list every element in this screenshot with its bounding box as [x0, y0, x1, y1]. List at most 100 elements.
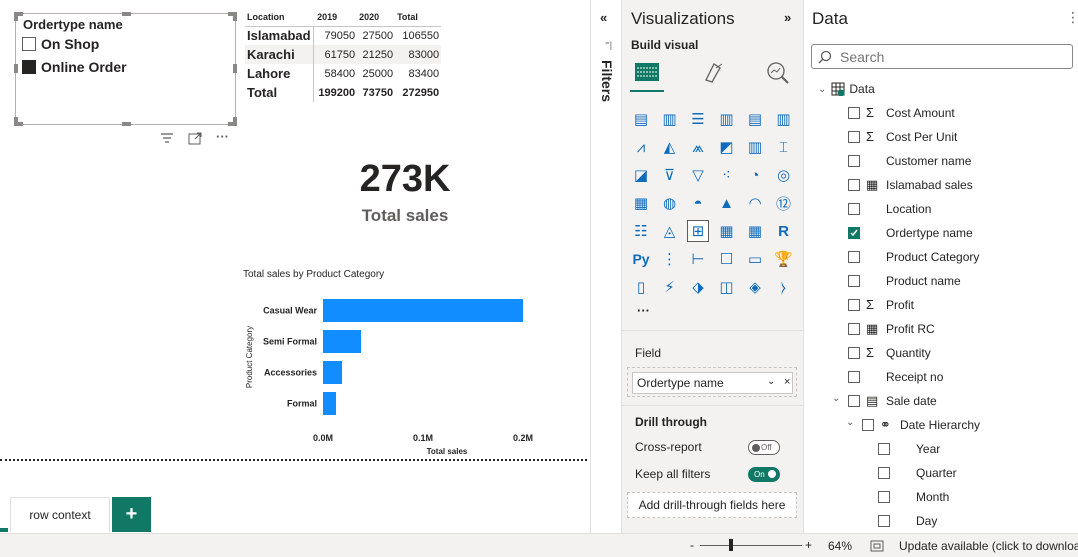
slicer-option-online-order[interactable]: Online Order — [22, 59, 127, 75]
field-item[interactable]: Date Hierarchy — [900, 416, 980, 434]
field-item[interactable]: Cost Per Unit — [886, 128, 957, 146]
field-item[interactable]: Product name — [886, 272, 961, 290]
zoom-level[interactable]: 64% — [828, 539, 852, 553]
field-checkbox[interactable] — [878, 467, 890, 479]
paginated-report-icon[interactable]: ▯ — [630, 276, 652, 298]
line-clustered-column-icon[interactable]: ◪ — [630, 164, 652, 186]
gauge-icon[interactable]: ◠ — [744, 192, 766, 214]
column-header[interactable]: 2020 — [357, 8, 396, 27]
more-visuals-button[interactable]: ··· — [637, 303, 650, 318]
filled-map-icon[interactable]: ◓ — [687, 192, 709, 214]
analytics-icon[interactable] — [765, 60, 791, 86]
chevron-icon[interactable]: ⧽ — [773, 276, 795, 298]
checkbox[interactable] — [22, 60, 36, 74]
resize-handle[interactable] — [14, 117, 18, 126]
zoom-in-button[interactable]: + — [805, 538, 812, 552]
field-checkbox[interactable] — [862, 419, 874, 431]
product-category-bar-chart[interactable]: Total sales by Product Category Casual W… — [240, 262, 560, 462]
power-automate-icon[interactable]: ⬗ — [687, 276, 709, 298]
chevron-down-icon[interactable]: ⌄ — [818, 84, 826, 95]
trophy-icon[interactable]: 🏆 — [773, 248, 795, 270]
filters-label[interactable]: Filters — [599, 60, 615, 102]
build-visual-icon[interactable] — [634, 60, 660, 86]
expand-icon[interactable]: » — [784, 10, 791, 25]
field-checkbox[interactable] — [848, 371, 860, 383]
ordertype-slicer[interactable]: Ordertype name On Shop Online Order — [14, 12, 237, 126]
field-checkbox[interactable] — [848, 299, 860, 311]
clustered-column-icon[interactable]: ▥ — [716, 108, 738, 130]
resize-handle[interactable] — [122, 12, 131, 16]
area-icon[interactable]: ◭ — [659, 136, 681, 158]
field-checkbox[interactable] — [848, 395, 860, 407]
kpi-icon[interactable]: ◬ — [659, 220, 681, 242]
field-item[interactable]: Year — [916, 440, 940, 458]
checkbox[interactable] — [22, 37, 36, 51]
100-stacked-column-icon[interactable]: ▥ — [773, 108, 795, 130]
donut-icon[interactable]: ◎ — [773, 164, 795, 186]
column-header[interactable]: Total — [395, 8, 442, 27]
collapse-icon[interactable]: « — [600, 10, 607, 25]
field-item[interactable]: Day — [916, 512, 937, 530]
smart-narrative-icon[interactable]: ▭ — [744, 248, 766, 270]
resize-handle[interactable] — [233, 64, 237, 73]
more-options-icon[interactable]: ⋮ — [1066, 9, 1078, 26]
map-icon[interactable]: ◍ — [659, 192, 681, 214]
field-checkbox[interactable] — [848, 155, 860, 167]
slicer-option-on-shop[interactable]: On Shop — [22, 36, 99, 52]
field-checkbox[interactable] — [878, 515, 890, 527]
zoom-slider-thumb[interactable] — [729, 539, 733, 551]
filters-pane-collapsed[interactable]: « ⁼| Filters — [590, 0, 620, 533]
chevron-down-icon[interactable]: ⌄ — [767, 376, 775, 387]
zoom-out-button[interactable]: - — [690, 538, 694, 552]
multi-row-card-icon[interactable]: ☷ — [630, 220, 652, 242]
add-page-button[interactable]: + — [112, 497, 151, 532]
treemap-icon[interactable]: ▦ — [630, 192, 652, 214]
clustered-bar-icon[interactable]: ☰ — [687, 108, 709, 130]
funnel-icon[interactable]: ⊽ — [659, 164, 681, 186]
cross-report-toggle[interactable]: Off — [748, 440, 780, 455]
resize-handle[interactable] — [233, 12, 237, 21]
field-item[interactable]: Islamabad sales — [886, 176, 973, 194]
keep-all-filters-toggle[interactable]: On — [748, 467, 780, 482]
card-icon[interactable]: ⑫ — [773, 192, 795, 214]
field-item[interactable]: Ordertype name — [886, 224, 973, 242]
field-checkbox[interactable] — [848, 347, 860, 359]
field-checkbox[interactable] — [848, 107, 860, 119]
decomposition-tree-icon[interactable]: ⊢ — [687, 248, 709, 270]
stacked-bar-icon[interactable]: ▤ — [630, 108, 652, 130]
bar[interactable] — [323, 330, 361, 353]
resize-handle[interactable] — [14, 64, 18, 73]
python-visual-icon[interactable]: Py — [630, 248, 652, 270]
more-options-icon[interactable]: ··· — [216, 129, 229, 144]
field-checkbox[interactable] — [848, 131, 860, 143]
field-item[interactable]: Month — [916, 488, 949, 506]
field-item[interactable]: Receipt no — [886, 368, 943, 386]
bar[interactable] — [323, 392, 336, 415]
line-column-icon[interactable]: ⌶ — [773, 136, 795, 158]
zoom-slider-track[interactable] — [700, 545, 802, 546]
r-visual-icon[interactable]: R — [773, 220, 795, 242]
format-visual-icon[interactable] — [702, 60, 726, 86]
chevron-down-icon[interactable]: ⌄ — [846, 417, 854, 428]
pie-icon[interactable]: ◔ — [744, 164, 766, 186]
search-input[interactable] — [840, 48, 1060, 66]
fit-to-page-icon[interactable] — [870, 540, 884, 552]
resize-handle[interactable] — [14, 12, 23, 16]
100-stacked-bar-icon[interactable]: ▤ — [744, 108, 766, 130]
resize-handle[interactable] — [122, 122, 131, 126]
field-checkbox[interactable] — [848, 179, 860, 191]
azure-map-icon[interactable]: ▲ — [716, 192, 738, 214]
stacked-area-icon[interactable]: ⩕ — [687, 136, 709, 158]
resize-handle[interactable] — [233, 117, 237, 126]
field-item[interactable]: Profit RC — [886, 320, 935, 338]
metrics-icon[interactable]: ◫ — [716, 276, 738, 298]
diamond-icon[interactable]: ◈ — [744, 276, 766, 298]
chevron-down-icon[interactable]: ⌄ — [832, 393, 840, 404]
search-box[interactable] — [811, 44, 1073, 69]
field-checkbox[interactable] — [848, 227, 860, 239]
column-header[interactable]: 2019 — [313, 8, 358, 27]
stacked-column-icon[interactable]: ▥ — [659, 108, 681, 130]
field-checkbox[interactable] — [878, 443, 890, 455]
funnel-alt-icon[interactable]: ▽ — [687, 164, 709, 186]
close-icon[interactable]: × — [784, 376, 790, 388]
